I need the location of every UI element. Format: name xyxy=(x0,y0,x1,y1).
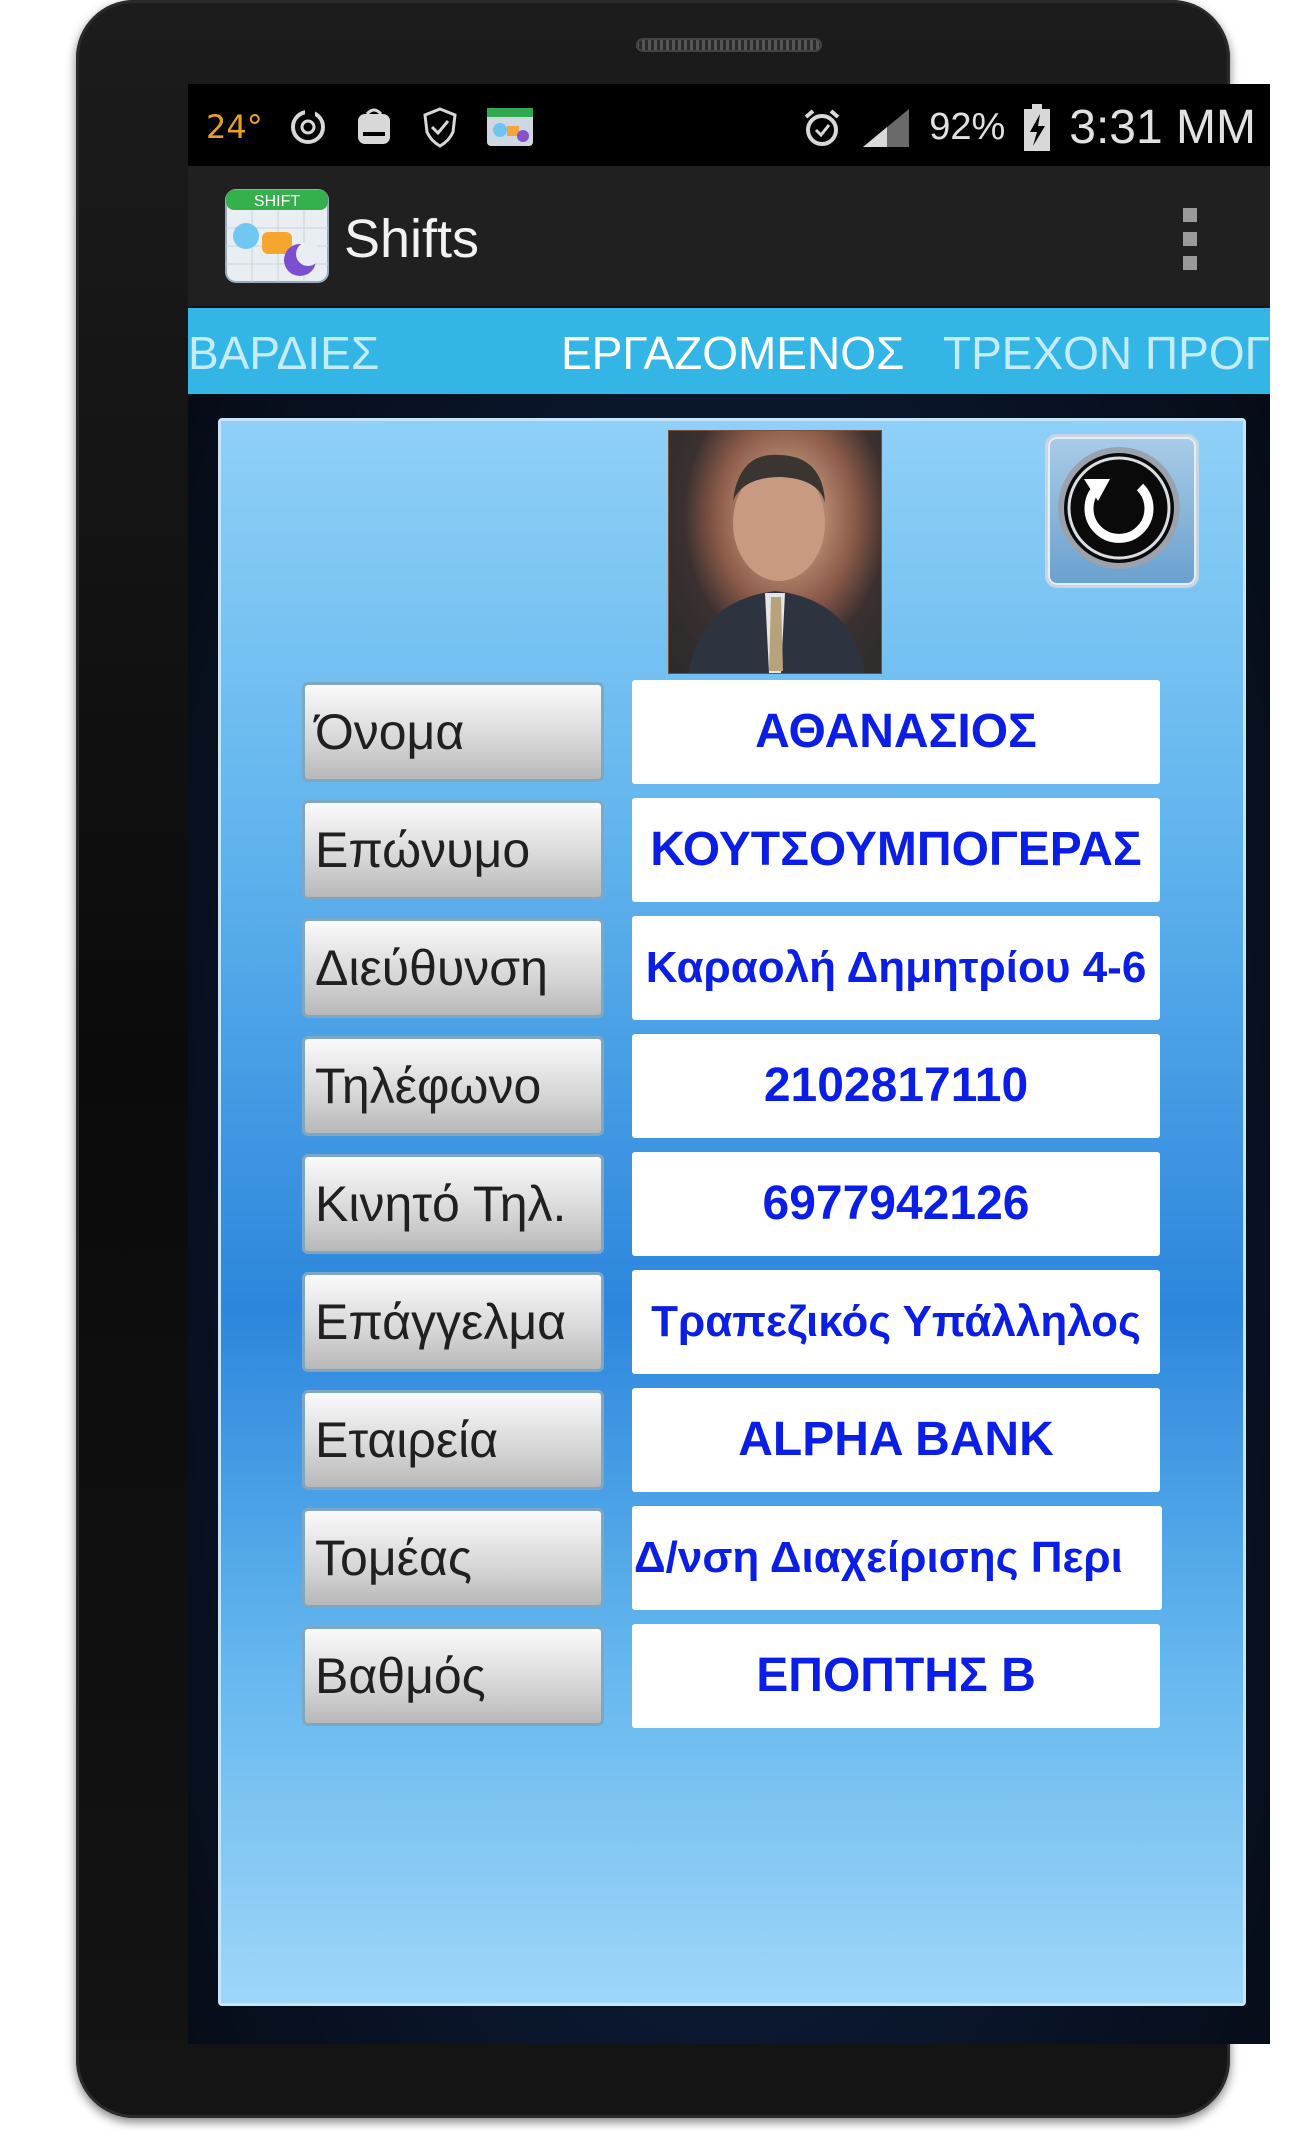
field-label: Διεύθυνση xyxy=(302,918,604,1018)
field-value[interactable]: 6977942126 xyxy=(632,1152,1160,1256)
alarm-icon xyxy=(804,108,840,146)
field-value[interactable]: ΚΟΥΤΣΟΥΜΠΟΓΕΡΑΣ xyxy=(632,798,1160,902)
signal-icon xyxy=(863,108,910,147)
field-value[interactable]: ALPHA BANK xyxy=(632,1388,1160,1492)
earpiece-speaker xyxy=(636,38,822,52)
employee-photo[interactable] xyxy=(668,430,882,674)
refresh-button[interactable] xyxy=(1045,434,1199,588)
field-label: Επώνυμο xyxy=(302,800,604,900)
temperature-text: 24° xyxy=(206,108,263,146)
field-label: Τομέας xyxy=(302,1508,604,1608)
employee-portrait-icon xyxy=(689,454,865,673)
field-value[interactable]: ΕΠΟΠΤΗΣ Β xyxy=(632,1624,1160,1728)
field-label: Κινητό Τηλ. xyxy=(302,1154,604,1254)
sync-icon xyxy=(290,108,325,144)
field-value[interactable]: Δ/νση Διαχείρισης Περι xyxy=(632,1506,1162,1610)
phone-frame: 24° 92% 3:31 MM SHIFT Shifts ΒΑΡΔΙΕΣ ΕΡΓ… xyxy=(76,0,1270,2118)
shield-check-icon xyxy=(423,107,457,148)
shifts-notification-icon xyxy=(486,108,533,146)
field-value[interactable]: 2102817110 xyxy=(632,1034,1160,1138)
tab-shifts[interactable]: ΒΑΡΔΙΕΣ xyxy=(188,326,379,380)
field-label: Επάγγελμα xyxy=(302,1272,604,1372)
field-value[interactable]: Τραπεζικός Υπάλληλος xyxy=(632,1270,1160,1374)
status-bar: 24° 92% 3:31 MM xyxy=(188,84,1270,166)
screen: 24° 92% 3:31 MM SHIFT Shifts ΒΑΡΔΙΕΣ ΕΡΓ… xyxy=(188,84,1270,2044)
tab-bar: ΒΑΡΔΙΕΣ ΕΡΓΑΖΟΜΕΝΟΣ ΤΡΕΧΟΝ ΠΡΟΓΙ xyxy=(188,308,1270,394)
overflow-menu-icon[interactable] xyxy=(1180,208,1200,270)
field-label: Εταιρεία xyxy=(302,1390,604,1490)
field-label: Τηλέφωνο xyxy=(302,1036,604,1136)
tab-current-schedule[interactable]: ΤΡΕΧΟΝ ΠΡΟΓΙ xyxy=(943,326,1270,380)
field-label: Βαθμός xyxy=(302,1626,604,1726)
app-title: Shifts xyxy=(344,209,480,269)
battery-charging-icon xyxy=(1024,103,1051,151)
field-value[interactable]: Καραολή Δημητρίου 4-6 xyxy=(632,916,1160,1020)
tab-employee[interactable]: ΕΡΓΑΖΟΜΕΝΟΣ xyxy=(561,326,904,380)
refresh-icon xyxy=(1058,447,1180,569)
app-logo-icon[interactable]: SHIFT xyxy=(224,188,330,284)
galaxy-store-icon xyxy=(357,108,390,144)
field-value[interactable]: ΑΘΑΝΑΣΙΟΣ xyxy=(632,680,1160,784)
field-label: Όνομα xyxy=(302,682,604,782)
battery-percent: 92% xyxy=(929,106,1006,148)
app-logo-label: SHIFT xyxy=(254,193,300,210)
clock: 3:31 MM xyxy=(1069,101,1256,154)
